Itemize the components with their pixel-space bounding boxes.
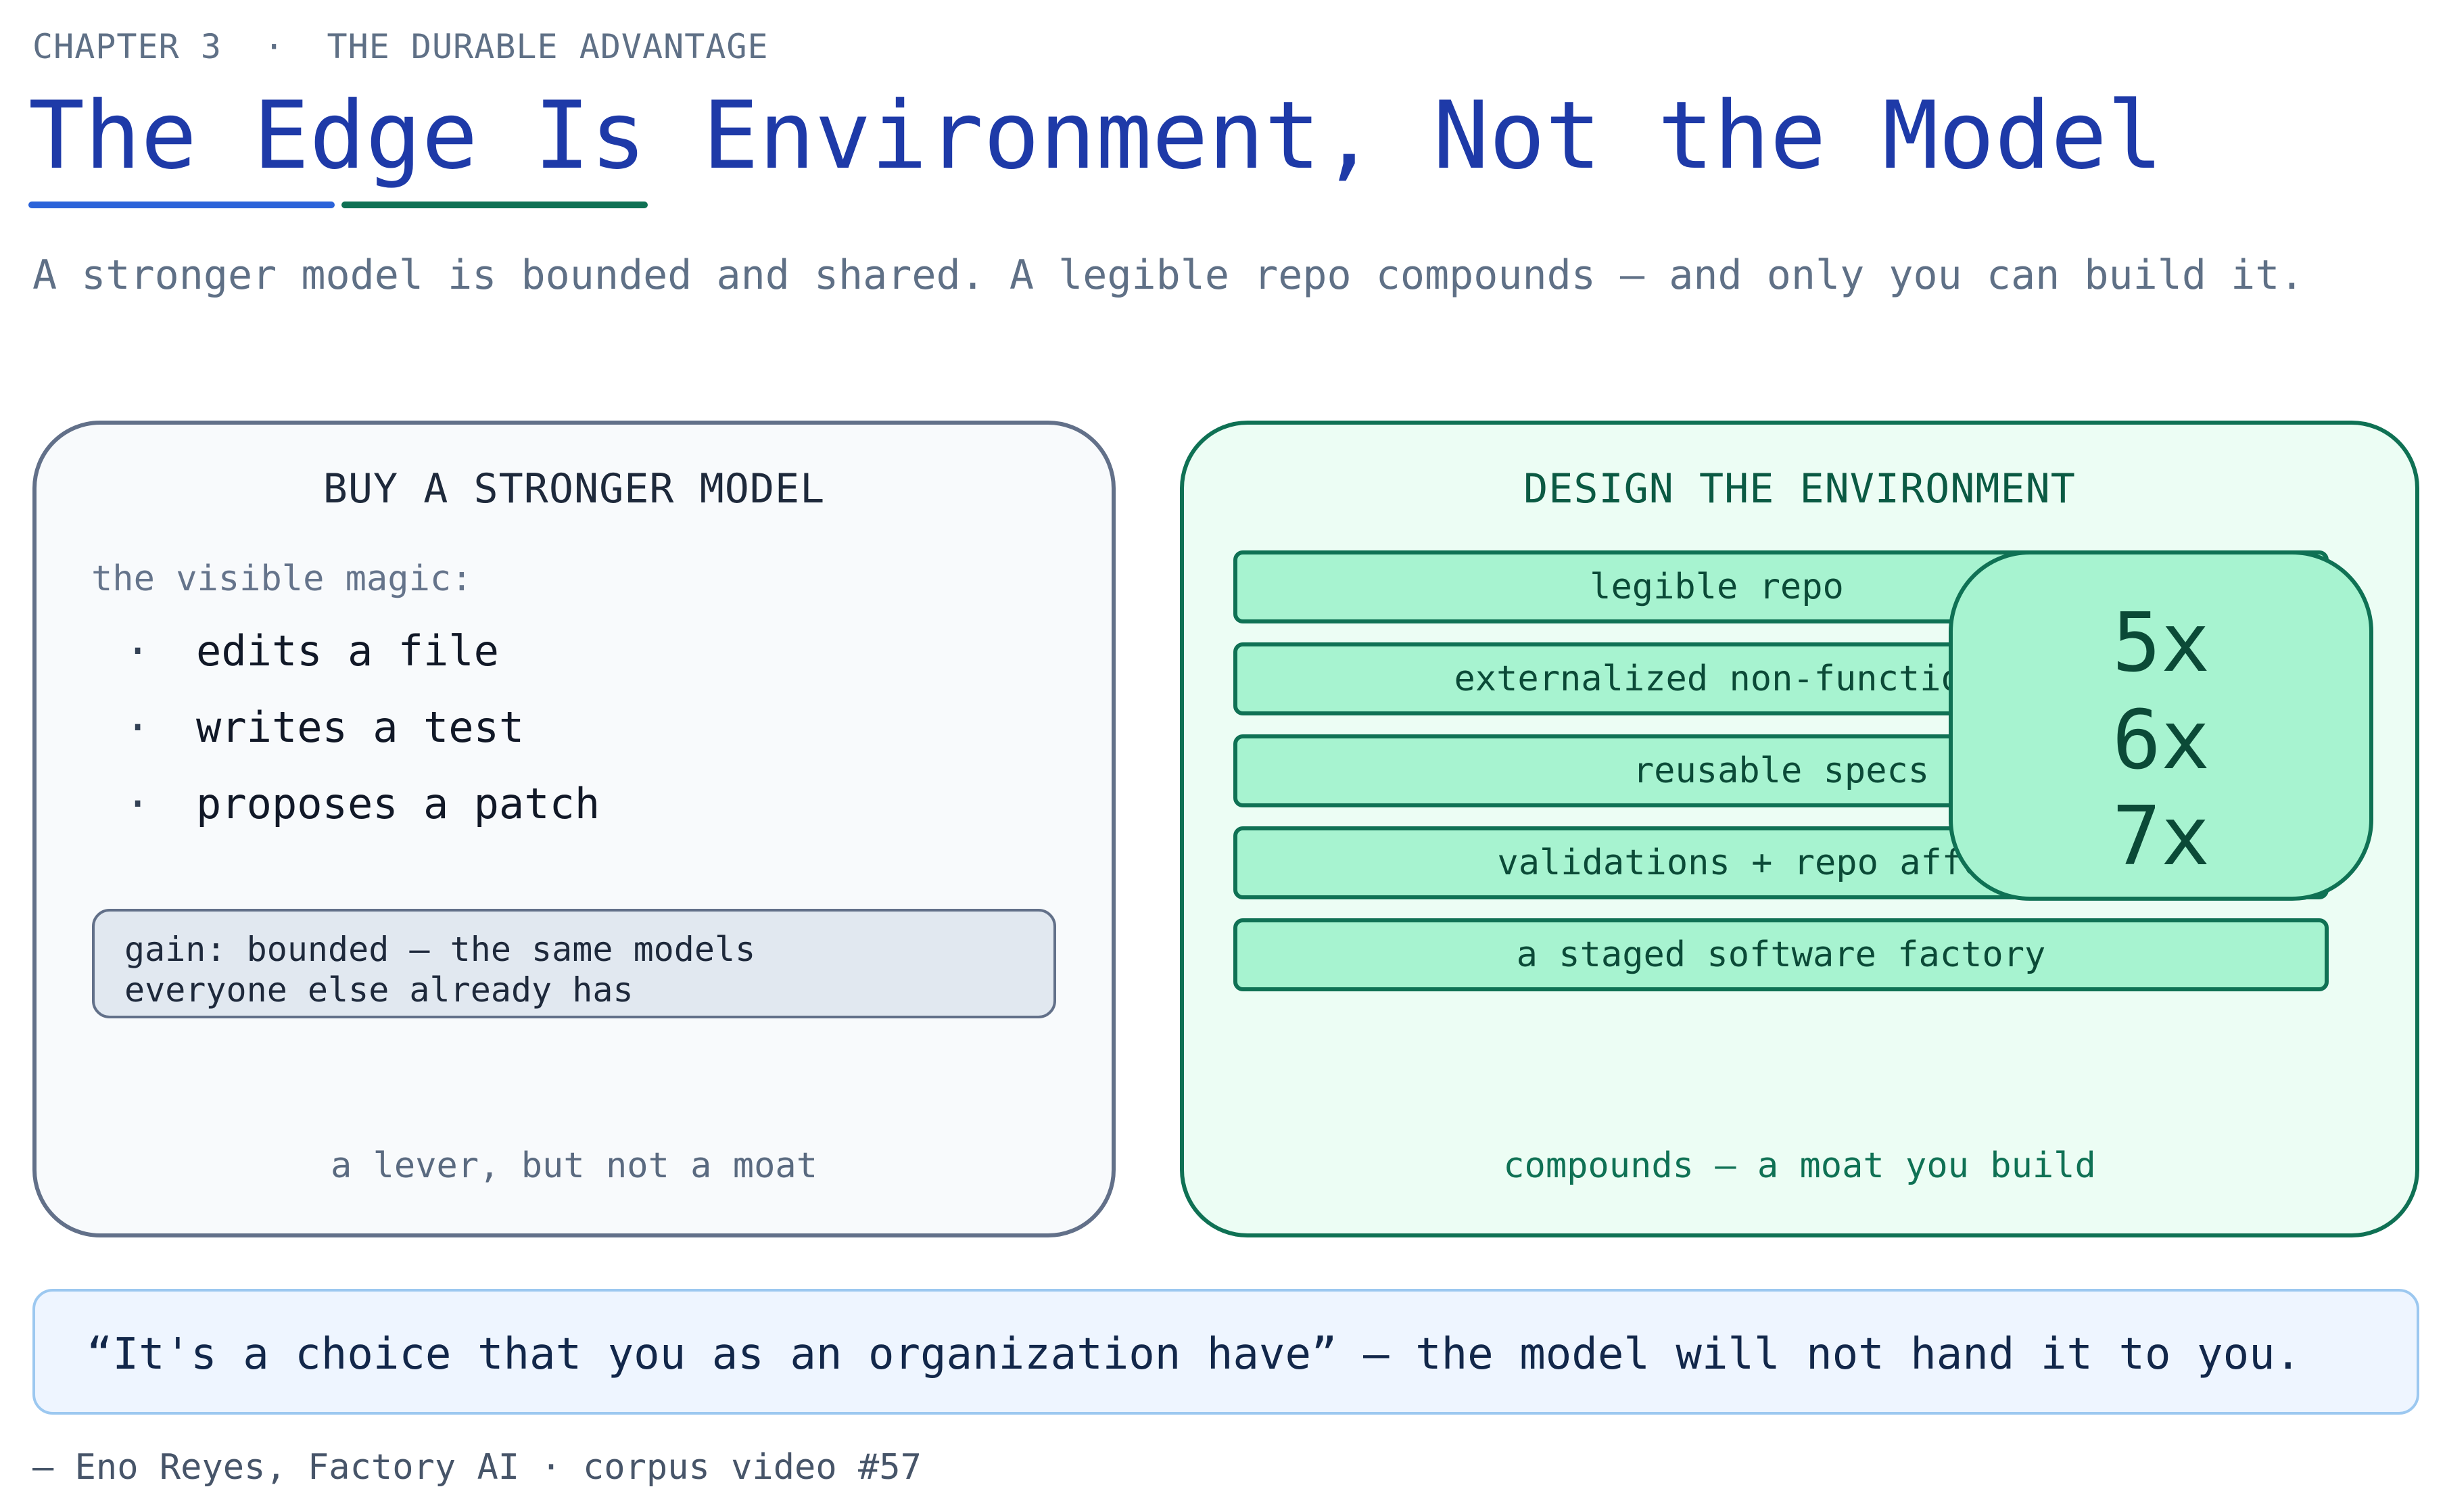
gain-line: everyone else already has — [124, 970, 634, 1010]
bullet-text: proposes a patch — [196, 779, 600, 828]
page-title: The Edge Is Environment, Not the Model — [28, 81, 2164, 190]
layer-software-factory: a staged software factory — [1233, 918, 2329, 991]
multiplier-value: 5x — [2112, 596, 2210, 690]
bullet-item: · edits a file — [125, 626, 499, 676]
bullet-text: edits a file — [196, 626, 499, 676]
stronger-model-title: BUY A STRONGER MODEL — [323, 465, 826, 513]
multiplier-badge: 5x 6x 7x — [1949, 550, 2373, 901]
multiplier-value: 6x — [2112, 694, 2210, 788]
chapter-eyebrow: CHAPTER 3 · THE DURABLE ADVANTAGE — [32, 27, 769, 66]
gain-line: gain: bounded — the same models — [124, 930, 756, 969]
title-underline-green — [341, 202, 648, 208]
eyebrow-separator: · — [264, 27, 285, 66]
bullet-dot: · — [125, 779, 151, 828]
quote-text: “It's a choice that you as an organizati… — [87, 1329, 2302, 1379]
section-label: THE DURABLE ADVANTAGE — [327, 27, 769, 66]
visible-magic-label: the visible magic: — [91, 559, 473, 599]
bullet-item: · proposes a patch — [125, 779, 600, 828]
attribution: — Eno Reyes, Factory AI · corpus video #… — [32, 1447, 922, 1488]
stronger-model-caption: a lever, but not a moat — [330, 1145, 818, 1186]
layer-label: a staged software factory — [1516, 935, 2046, 975]
multiplier-value: 7x — [2112, 790, 2210, 884]
gain-note: gain: bounded — the same models everyone… — [92, 909, 1056, 1018]
environment-title: DESIGN THE ENVIRONMENT — [1523, 465, 2076, 513]
bullet-item: · writes a test — [125, 703, 524, 752]
page-subtitle: A stronger model is bounded and shared. … — [32, 252, 2304, 299]
title-underline-blue — [28, 202, 335, 208]
bullet-text: writes a test — [196, 703, 525, 752]
environment-caption: compounds — a moat you build — [1503, 1145, 2096, 1186]
stronger-model-panel — [32, 421, 1116, 1237]
bullet-dot: · — [125, 626, 151, 676]
chapter-label: CHAPTER 3 — [32, 27, 222, 66]
bullet-dot: · — [125, 703, 151, 752]
layer-label: reusable specs — [1632, 751, 1930, 791]
layer-label: legible repo — [1590, 567, 1844, 607]
